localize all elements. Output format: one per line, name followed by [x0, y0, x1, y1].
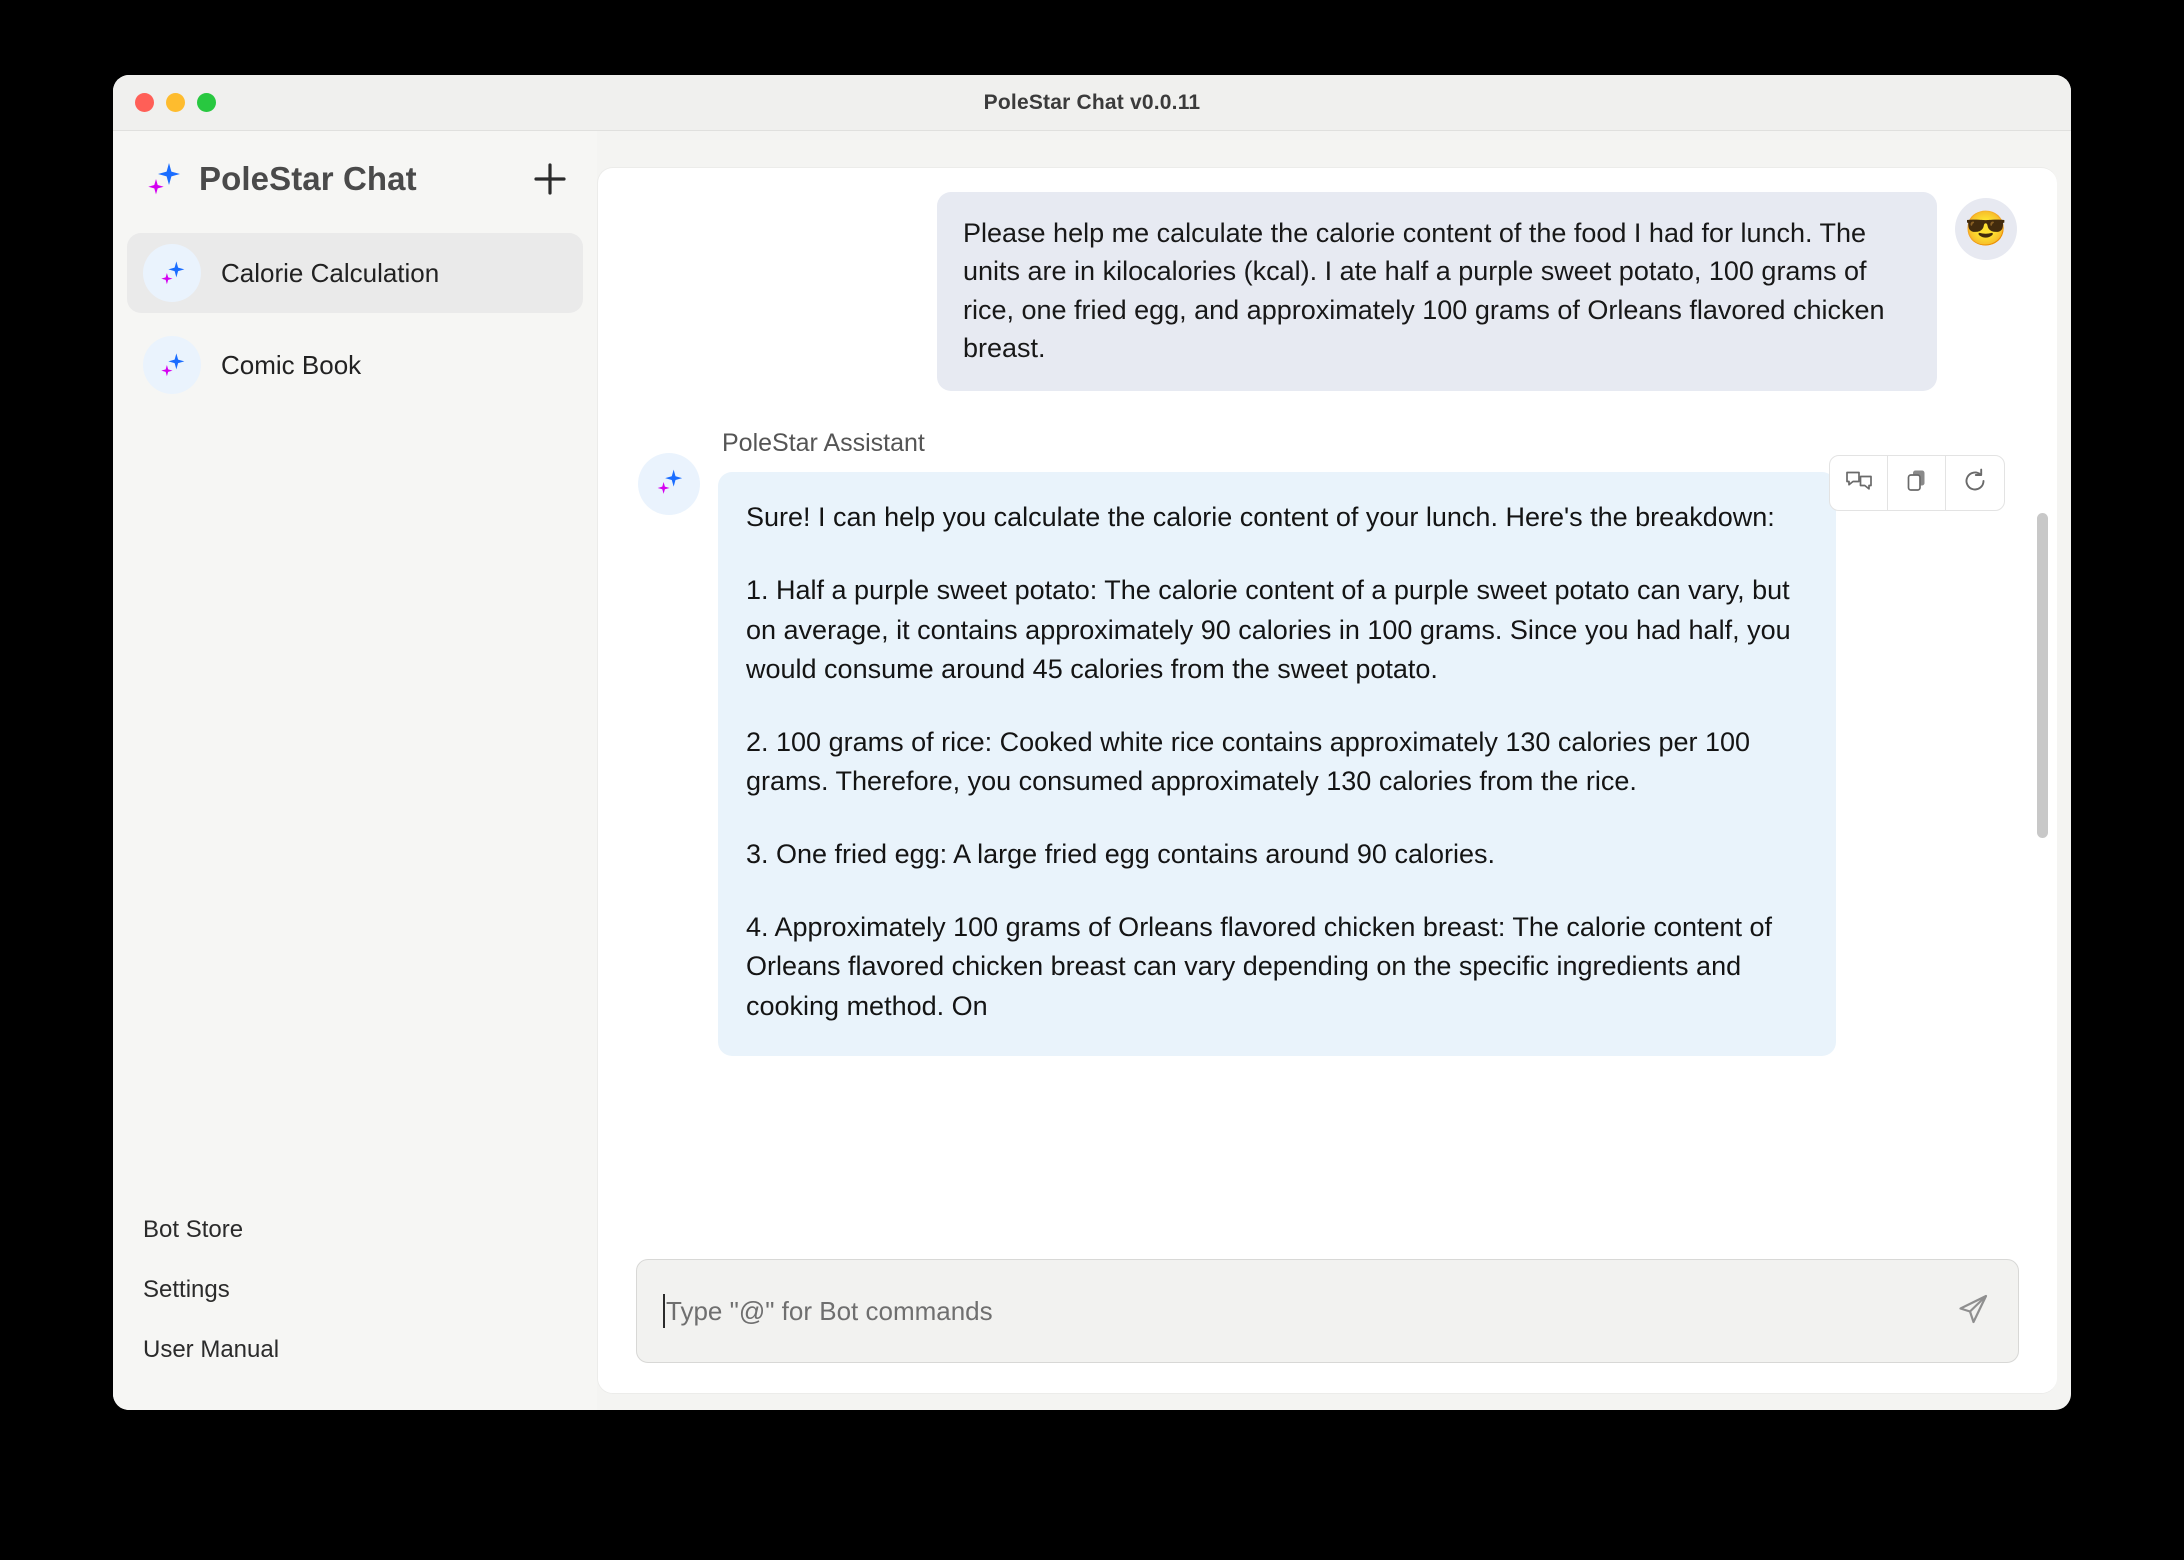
message-row-user: Please help me calculate the calorie con…: [638, 192, 2017, 391]
bot-list: Calorie Calculation Comic Book: [113, 227, 597, 417]
assistant-paragraph: 1. Half a purple sweet potato: The calor…: [746, 571, 1808, 688]
sidebar-item-calorie-calculation[interactable]: Calorie Calculation: [127, 233, 583, 313]
message-list: Please help me calculate the calorie con…: [598, 168, 2057, 1245]
sidebar-spacer: [113, 417, 597, 1200]
regenerate-action-button[interactable]: [1946, 456, 2004, 510]
avatar: 😎: [1955, 198, 2017, 260]
scroll-fade: [598, 1235, 2057, 1245]
sunglasses-emoji-icon: 😎: [1965, 209, 2007, 249]
plus-icon: [531, 160, 569, 198]
message-input[interactable]: Type "@" for Bot commands: [636, 1259, 2019, 1363]
sparkle-icon: [143, 244, 201, 302]
close-window-button[interactable]: [135, 93, 154, 112]
copy-icon: [1902, 466, 1932, 501]
sidebar-item-label: Comic Book: [221, 350, 361, 381]
new-chat-action-button[interactable]: [1830, 456, 1888, 510]
sidebar-header: PoleStar Chat: [113, 131, 597, 227]
chat-area: Please help me calculate the calorie con…: [597, 131, 2071, 1410]
new-chat-button[interactable]: [529, 158, 571, 200]
sparkle-logo-icon: [141, 157, 185, 201]
send-button[interactable]: [1950, 1288, 1996, 1334]
message-input-placeholder: Type "@" for Bot commands: [666, 1296, 993, 1327]
sparkle-icon: [143, 336, 201, 394]
chat-bubbles-icon: [1844, 466, 1874, 501]
assistant-paragraph: Sure! I can help you calculate the calor…: [746, 498, 1808, 537]
chat-card: Please help me calculate the calorie con…: [597, 167, 2057, 1394]
window-body: PoleStar Chat: [113, 131, 2071, 1410]
assistant-paragraph: 2. 100 grams of rice: Cooked white rice …: [746, 723, 1808, 801]
app-window: PoleStar Chat v0.0.11 PoleStar Chat: [113, 75, 2071, 1410]
message-scrollbar[interactable]: [2034, 168, 2050, 1393]
user-message-bubble: Please help me calculate the calorie con…: [937, 192, 1937, 391]
sidebar-item-label: Calorie Calculation: [221, 258, 439, 289]
sidebar-footer: Bot Store Settings User Manual: [113, 1200, 597, 1410]
assistant-paragraph: 4. Approximately 100 grams of Orleans fl…: [746, 908, 1808, 1025]
traffic-light-buttons: [135, 93, 216, 112]
assistant-column: PoleStar Assistant Sure! I can help you …: [718, 429, 2017, 1055]
sidebar-item-comic-book[interactable]: Comic Book: [127, 325, 583, 405]
assistant-name: PoleStar Assistant: [718, 429, 2017, 458]
refresh-icon: [1960, 466, 1990, 501]
message-row-assistant: PoleStar Assistant Sure! I can help you …: [638, 429, 2017, 1055]
send-icon: [1953, 1289, 1993, 1334]
assistant-paragraph: 3. One fried egg: A large fried egg cont…: [746, 835, 1808, 874]
title-bar: PoleStar Chat v0.0.11: [113, 75, 2071, 131]
sidebar-item-settings[interactable]: Settings: [143, 1260, 597, 1320]
copy-action-button[interactable]: [1888, 456, 1946, 510]
minimize-window-button[interactable]: [166, 93, 185, 112]
sidebar: PoleStar Chat: [113, 131, 597, 1410]
sidebar-item-user-manual[interactable]: User Manual: [143, 1320, 597, 1380]
brand-name: PoleStar Chat: [199, 160, 417, 198]
maximize-window-button[interactable]: [197, 93, 216, 112]
assistant-avatar: [638, 453, 700, 515]
text-caret: [663, 1294, 665, 1328]
composer: Type "@" for Bot commands: [598, 1245, 2057, 1393]
message-actions: [1829, 455, 2005, 511]
assistant-message-bubble: Sure! I can help you calculate the calor…: [718, 472, 1836, 1055]
scrollbar-thumb[interactable]: [2037, 513, 2048, 838]
window-title: PoleStar Chat v0.0.11: [113, 91, 2071, 115]
sidebar-item-bot-store[interactable]: Bot Store: [143, 1200, 597, 1260]
sparkle-icon: [652, 465, 686, 504]
